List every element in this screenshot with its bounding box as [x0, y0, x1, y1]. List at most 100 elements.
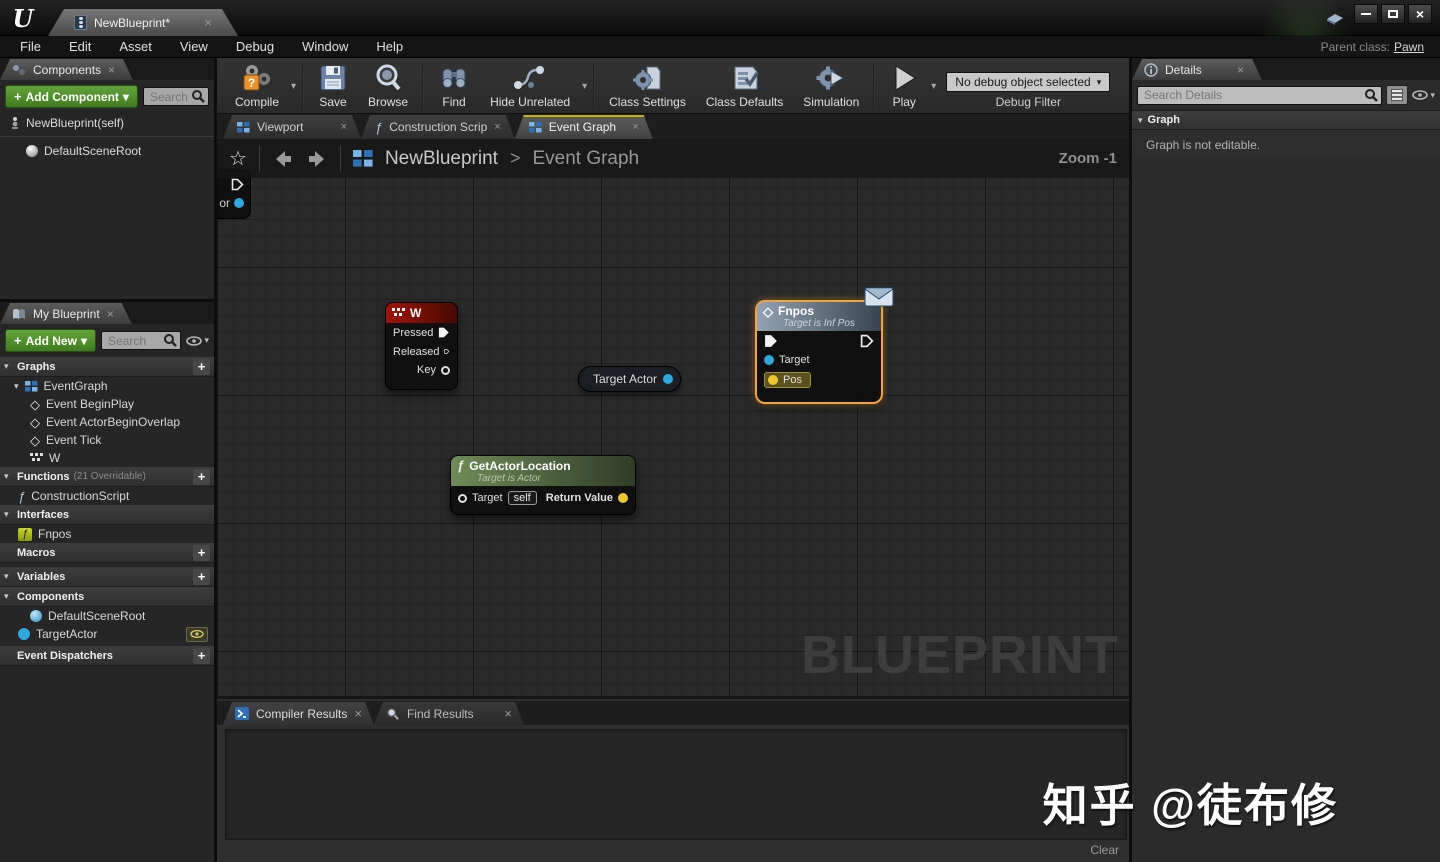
debug-object-dropdown[interactable]: No debug object selected ▾: [946, 72, 1111, 92]
tab-details[interactable]: Details ×: [1132, 59, 1262, 80]
tab-components[interactable]: Components ×: [0, 59, 133, 80]
event-graph-canvas[interactable]: ☆ NewBlueprint > Event Graph Zoom -1 BLU…: [217, 139, 1129, 699]
key-pin[interactable]: [441, 365, 450, 375]
maximize-button[interactable]: [1381, 4, 1405, 24]
variable-defaultsceneroot-row[interactable]: DefaultSceneRoot: [0, 607, 214, 625]
find-button[interactable]: Find: [428, 60, 480, 113]
target-pin[interactable]: [458, 493, 467, 503]
exec-pin-icon[interactable]: [764, 334, 778, 348]
add-graph-button[interactable]: +: [193, 358, 210, 375]
pos-pin-highlight[interactable]: Pos: [764, 372, 811, 388]
add-event-dispatcher-button[interactable]: +: [193, 647, 210, 664]
menu-asset[interactable]: Asset: [105, 39, 166, 54]
node-fnpos[interactable]: ◇ Fnpos Target is Inf Pos Target Pos: [755, 287, 894, 404]
target-pin[interactable]: [764, 355, 774, 365]
close-icon[interactable]: ×: [354, 706, 362, 721]
close-icon[interactable]: ×: [504, 706, 512, 721]
menu-help[interactable]: Help: [362, 39, 417, 54]
save-button[interactable]: Save: [308, 60, 358, 113]
tab-compiler-results[interactable]: Compiler Results ×: [223, 702, 374, 725]
compiler-results-log[interactable]: [225, 729, 1127, 840]
exec-pin-icon[interactable]: [860, 334, 874, 348]
property-matrix-button[interactable]: [1386, 85, 1409, 105]
variable-visibility-toggle[interactable]: [186, 626, 208, 642]
clear-button[interactable]: Clear: [1090, 843, 1119, 858]
class-defaults-button[interactable]: Class Defaults: [696, 60, 793, 113]
close-icon[interactable]: ×: [107, 307, 114, 321]
section-interfaces[interactable]: ▾ Interfaces: [0, 505, 214, 525]
close-button[interactable]: ×: [1408, 4, 1432, 24]
eventgraph-row[interactable]: ▾ EventGraph: [0, 377, 214, 395]
tab-find-results[interactable]: Find Results ×: [374, 702, 524, 725]
interface-fnpos-row[interactable]: ƒ Fnpos: [0, 525, 214, 543]
play-button[interactable]: Play: [879, 60, 929, 113]
forward-arrow-icon[interactable]: [306, 149, 328, 169]
event-beginplay-row[interactable]: ◇ Event BeginPlay: [0, 395, 214, 413]
caret-down-icon[interactable]: ▾: [289, 81, 298, 92]
compile-button[interactable]: ? Compile: [225, 60, 289, 113]
simulation-button[interactable]: Simulation: [793, 60, 869, 113]
menu-window[interactable]: Window: [288, 39, 362, 54]
exec-pin-icon[interactable]: [231, 178, 244, 191]
object-pin[interactable]: [234, 198, 244, 208]
details-search-input[interactable]: [1137, 85, 1383, 105]
node-target-actor-getter[interactable]: Target Actor: [578, 366, 681, 392]
visibility-filter-button[interactable]: ▾: [186, 335, 209, 346]
components-child-row[interactable]: DefaultSceneRoot: [0, 141, 214, 160]
add-function-button[interactable]: +: [193, 468, 210, 485]
menu-file[interactable]: File: [6, 39, 55, 54]
back-arrow-icon[interactable]: [272, 149, 294, 169]
tab-event-graph[interactable]: Event Graph ×: [515, 115, 653, 139]
details-view-options-button[interactable]: ▾: [1412, 90, 1435, 101]
close-icon[interactable]: ×: [632, 121, 638, 133]
class-settings-button[interactable]: Class Settings: [599, 60, 696, 113]
add-macro-button[interactable]: +: [193, 544, 210, 561]
event-tick-row[interactable]: ◇ Event Tick: [0, 431, 214, 449]
details-graph-section[interactable]: ▾ Graph: [1132, 110, 1440, 130]
key-pin-label: Key: [417, 364, 436, 376]
close-icon[interactable]: ×: [341, 121, 347, 133]
exec-pin-icon[interactable]: [444, 345, 450, 358]
section-event-dispatchers[interactable]: Event Dispatchers +: [0, 646, 214, 666]
components-root-row[interactable]: NewBlueprint(self): [0, 113, 214, 132]
menu-view[interactable]: View: [166, 39, 222, 54]
add-variable-button[interactable]: +: [193, 568, 210, 585]
browse-button[interactable]: Browse: [358, 60, 418, 113]
tab-my-blueprint[interactable]: My Blueprint ×: [0, 303, 132, 324]
close-icon[interactable]: ×: [494, 121, 500, 133]
node-getactorlocation[interactable]: ƒ GetActorLocation Target is Actor Targe…: [450, 455, 636, 515]
close-icon[interactable]: ×: [1237, 63, 1244, 77]
asset-tab-newblueprint[interactable]: NewBlueprint* ×: [48, 9, 238, 36]
section-functions[interactable]: ▾ Functions (21 Overridable) +: [0, 467, 214, 487]
close-icon[interactable]: ×: [108, 63, 115, 77]
minimize-button[interactable]: [1354, 4, 1378, 24]
caret-down-icon[interactable]: ▾: [929, 81, 938, 92]
caret-down-icon[interactable]: ▾: [580, 81, 589, 92]
return-value-pin[interactable]: [618, 493, 628, 503]
tab-construction-script[interactable]: ƒ Construction Scrip ×: [361, 115, 515, 139]
favorite-star-icon[interactable]: ☆: [229, 146, 247, 171]
self-value-box[interactable]: self: [507, 491, 537, 505]
section-variables[interactable]: ▾ Variables +: [0, 567, 214, 587]
section-macros[interactable]: Macros +: [0, 543, 214, 563]
section-variables-components[interactable]: ▾ Components: [0, 587, 214, 607]
constructionscript-row[interactable]: ƒ ConstructionScript: [0, 487, 214, 505]
event-actorbeginoverlap-row[interactable]: ◇ Event ActorBeginOverlap: [0, 413, 214, 431]
fnpos-node-subtitle: Target is Inf Pos: [783, 318, 855, 329]
add-new-button[interactable]: + Add New ▾: [5, 329, 96, 352]
event-w-row[interactable]: W: [0, 449, 214, 467]
vector-pin[interactable]: [768, 375, 778, 385]
breadcrumb-root[interactable]: NewBlueprint: [385, 148, 498, 170]
tab-viewport[interactable]: Viewport ×: [223, 115, 361, 139]
menu-debug[interactable]: Debug: [222, 39, 288, 54]
add-component-button[interactable]: + Add Component ▾: [5, 85, 138, 108]
exec-pin-icon[interactable]: [438, 326, 450, 339]
parent-class-link[interactable]: Pawn: [1394, 40, 1424, 54]
close-icon[interactable]: ×: [204, 15, 212, 30]
node-w-key-event[interactable]: W Pressed Released Key: [385, 302, 458, 390]
menu-edit[interactable]: Edit: [55, 39, 105, 54]
object-pin[interactable]: [663, 374, 673, 384]
section-graphs[interactable]: ▾ Graphs +: [0, 357, 214, 377]
variable-targetactor-row[interactable]: TargetActor: [0, 625, 214, 643]
hide-unrelated-button[interactable]: Hide Unrelated: [480, 60, 580, 113]
